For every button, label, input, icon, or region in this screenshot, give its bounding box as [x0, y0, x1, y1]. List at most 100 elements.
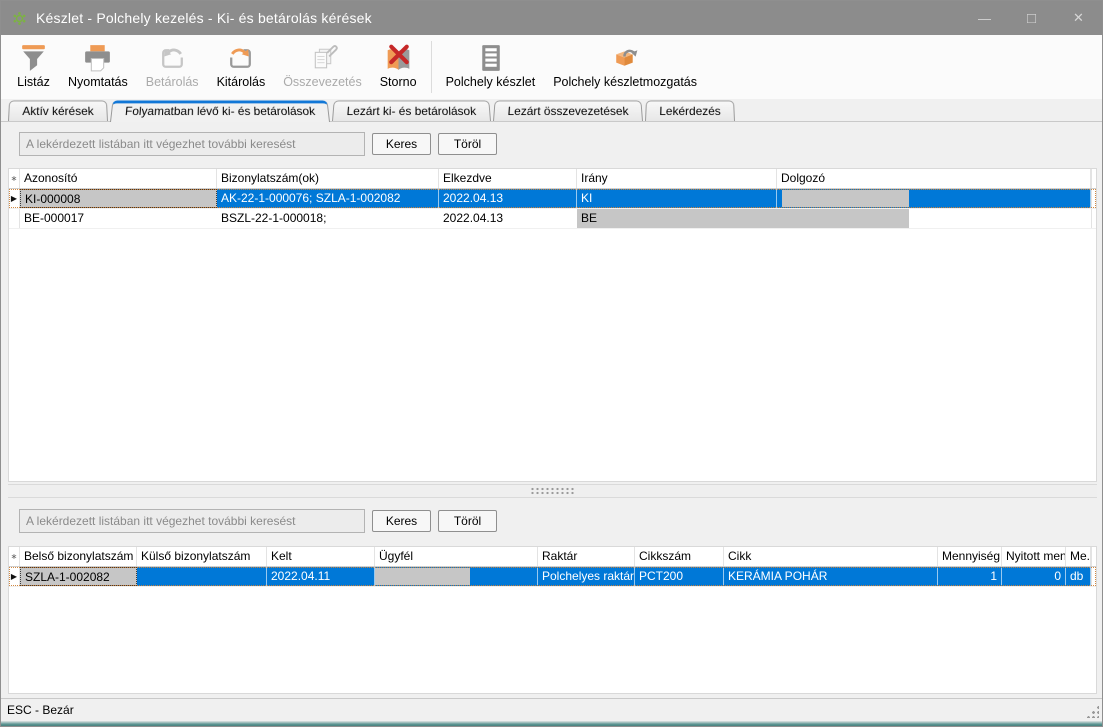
resize-grip[interactable] [1086, 705, 1099, 718]
printer-icon [81, 41, 114, 74]
detail-table: ∗ Belső bizonylatszám Külső bizonylatszá… [8, 546, 1097, 694]
col-dolgozo[interactable]: Dolgozó [777, 169, 1091, 188]
polchely-keszletmozgatas-label: Polchely készletmozgatás [553, 75, 697, 89]
nyomtatas-label: Nyomtatás [68, 75, 128, 89]
redacted-value [782, 190, 909, 207]
col-elkezdve[interactable]: Elkezdve [439, 169, 577, 188]
storno-label: Storno [380, 75, 417, 89]
col-kelt[interactable]: Kelt [267, 547, 375, 566]
nyomtatas-button[interactable]: Nyomtatás [59, 39, 137, 89]
row-indicator-icon: ▶ [9, 189, 20, 208]
requests-clear-button[interactable]: Töröl [438, 133, 497, 155]
cell-nyitott-mennyiseg[interactable]: 0 [1002, 567, 1066, 586]
cell-irany[interactable]: BE [577, 209, 777, 228]
detail-table-header: ∗ Belső bizonylatszám Külső bizonylatszá… [9, 547, 1096, 567]
window-bottom-edge [1, 721, 1102, 727]
col-mennyiseg[interactable]: Mennyiség [938, 547, 1002, 566]
tab-folyamatban-levo[interactable]: Folyamatban lévő ki- és betárolások [110, 101, 330, 122]
col-cikkszam[interactable]: Cikkszám [635, 547, 724, 566]
minimize-button[interactable]: — [961, 1, 1008, 35]
col-irany[interactable]: Irány [577, 169, 777, 188]
book-cross-icon [382, 41, 415, 74]
cell-me[interactable]: db [1066, 567, 1091, 586]
polchely-keszletmozgatas-button[interactable]: Polchely készletmozgatás [544, 39, 706, 89]
cell-dolgozo[interactable] [777, 209, 1091, 228]
status-bar: ESC - Bezár [1, 698, 1102, 721]
row-indicator-icon: ▶ [9, 567, 20, 586]
osszevezetes-label: Összevezetés [283, 75, 362, 89]
cell-cikk[interactable]: KERÁMIA POHÁR [724, 567, 938, 586]
cell-raktar[interactable]: Polchelyes raktár [538, 567, 635, 586]
cell-belso-bizonylatszam[interactable]: SZLA-1-002082 [20, 567, 137, 586]
tab-lekerdezes[interactable]: Lekérdezés [645, 100, 735, 121]
cell-cikkszam[interactable]: PCT200 [635, 567, 724, 586]
cell-azonosito[interactable]: KI-000008 [20, 189, 217, 208]
cell-elkezdve[interactable]: 2022.04.13 [439, 189, 577, 208]
kitarolas-label: Kitárolás [217, 75, 266, 89]
cell-elkezdve[interactable]: 2022.04.13 [439, 209, 577, 228]
content-area: Keres Töröl ∗ Azonosító Bizonylatszám(ok… [1, 122, 1102, 698]
betarolas-label: Betárolás [146, 75, 199, 89]
tab-lezart-osszevezetesek[interactable]: Lezárt összevezetések [493, 100, 643, 121]
detail-search-button[interactable]: Keres [372, 510, 431, 532]
arrow-out-icon [224, 41, 257, 74]
detail-clear-button[interactable]: Töröl [438, 510, 497, 532]
col-me[interactable]: Me. [1066, 547, 1091, 566]
toolbar-separator [431, 41, 432, 93]
app-window: Készlet - Polchely kezelés - Ki- és betá… [0, 0, 1103, 727]
kitarolas-button[interactable]: Kitárolás [208, 39, 275, 89]
betarolas-button: Betárolás [137, 39, 208, 89]
col-ugyfel[interactable]: Ügyfél [375, 547, 538, 566]
documents-clip-icon [306, 41, 339, 74]
tab-lezart-ki-betarolasok[interactable]: Lezárt ki- és betárolások [332, 100, 491, 121]
header-filler [1091, 169, 1096, 188]
cell-azonosito[interactable]: BE-000017 [20, 209, 217, 228]
splitter-grip-icon [530, 487, 576, 495]
requests-table-header: ∗ Azonosító Bizonylatszám(ok) Elkezdve I… [9, 169, 1096, 189]
col-raktar[interactable]: Raktár [538, 547, 635, 566]
cell-kelt[interactable]: 2022.04.11 [267, 567, 375, 586]
osszevezetes-button: Összevezetés [274, 39, 371, 89]
col-nyitott-mennyiseg[interactable]: Nyitott men [1002, 547, 1066, 566]
requests-search-button[interactable]: Keres [372, 133, 431, 155]
listaz-label: Listáz [17, 75, 50, 89]
box-arrow-icon [609, 41, 642, 74]
col-kulso-bizonylatszam[interactable]: Külső bizonylatszám [137, 547, 267, 566]
requests-search-input[interactable] [19, 132, 365, 156]
title-bar: Készlet - Polchely kezelés - Ki- és betá… [1, 1, 1102, 35]
storno-button[interactable]: Storno [371, 39, 426, 89]
app-icon [12, 11, 27, 26]
splitter-handle[interactable] [8, 484, 1097, 498]
detail-search-row: Keres Töröl [19, 509, 497, 533]
detail-search-input[interactable] [19, 509, 365, 533]
table-row[interactable]: ▶ SZLA-1-002082 2022.04.11 Polchelyes ra… [9, 567, 1096, 587]
polchely-keszlet-button[interactable]: Polchely készlet [437, 39, 545, 89]
cell-bizonylatszamok[interactable]: BSZL-22-1-000018; [217, 209, 439, 228]
tab-strip: Aktív kérések Folyamatban lévő ki- és be… [1, 99, 1102, 122]
select-all-icon[interactable]: ∗ [9, 169, 20, 188]
close-button[interactable]: ✕ [1055, 1, 1102, 35]
table-row[interactable]: ▶ KI-000008 AK-22-1-000076; SZLA-1-00208… [9, 189, 1096, 209]
cell-mennyiseg[interactable]: 1 [938, 567, 1002, 586]
status-text: ESC - Bezár [7, 703, 74, 717]
arrow-in-icon [156, 41, 189, 74]
table-row[interactable]: BE-000017 BSZL-22-1-000018; 2022.04.13 B… [9, 209, 1096, 229]
col-cikk[interactable]: Cikk [724, 547, 938, 566]
cell-irany[interactable]: KI [577, 189, 777, 208]
redacted-value [375, 568, 470, 585]
col-bizonylatszamok[interactable]: Bizonylatszám(ok) [217, 169, 439, 188]
select-all-icon[interactable]: ∗ [9, 547, 20, 566]
toolbar: Listáz Nyomtatás Betárolás Ki [1, 35, 1102, 99]
maximize-button[interactable]: □ [1008, 1, 1055, 35]
cell-bizonylatszamok[interactable]: AK-22-1-000076; SZLA-1-002082 [217, 189, 439, 208]
listaz-button[interactable]: Listáz [8, 39, 59, 89]
window-title: Készlet - Polchely kezelés - Ki- és betá… [36, 10, 372, 26]
col-belso-bizonylatszam[interactable]: Belső bizonylatszám [20, 547, 137, 566]
requests-table: ∗ Azonosító Bizonylatszám(ok) Elkezdve I… [8, 168, 1097, 482]
cell-kulso-bizonylatszam[interactable] [137, 567, 267, 586]
ledger-icon [474, 41, 507, 74]
polchely-keszlet-label: Polchely készlet [446, 75, 536, 89]
tab-aktiv-keresek[interactable]: Aktív kérések [8, 100, 108, 121]
col-azonosito[interactable]: Azonosító [20, 169, 217, 188]
requests-search-row: Keres Töröl [19, 132, 497, 156]
